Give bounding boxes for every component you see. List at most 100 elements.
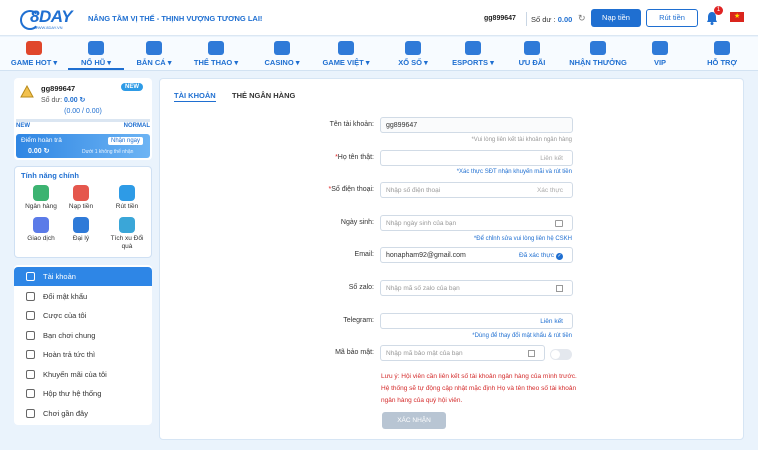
nav-item-8[interactable]: ƯU ĐÃI [510, 37, 554, 71]
deposit-button[interactable]: Nạp tiền [591, 9, 641, 27]
nav-label: VIP [653, 58, 667, 67]
username-hint: *Vui lòng liên kết tài khoản ngân hàng [471, 137, 572, 143]
nav-label: NHẬN THƯỞNG [569, 58, 627, 67]
slot-machine-icon [88, 41, 104, 55]
features-title: Tính năng chính [21, 171, 79, 180]
nav-item-5[interactable]: GAME VIỆT ▾ [318, 37, 374, 71]
security-code-toggle[interactable] [550, 349, 572, 360]
slogan: NÂNG TẦM VỊ THẾ - THỊNH VƯỢNG TƯƠNG LAI! [88, 14, 263, 23]
telegram-label: Telegram: [343, 317, 374, 324]
nav-label: ƯU ĐÃI [518, 58, 546, 67]
menu-item-label: Cược của tôi [43, 311, 87, 320]
confirm-button[interactable]: XÁC NHẬN [382, 412, 446, 429]
nav-item-11[interactable]: HỖ TRỢ [696, 37, 748, 71]
phone-label: *Số điện thoại: [328, 186, 374, 193]
feature-deposit[interactable]: Nạp tiền [61, 185, 101, 211]
feature-label: Nạp tiền [68, 203, 94, 210]
menu-item-friends[interactable]: Bạn chơi chung [14, 326, 152, 345]
nav-label: ESPORTS ▾ [452, 58, 494, 67]
lock-icon [26, 291, 35, 301]
feature-label: Đại lý [72, 235, 90, 242]
fullname-label-text: Họ tên thật: [337, 154, 374, 161]
nav-item-7[interactable]: ESPORTS ▾ [448, 37, 498, 71]
account-username: gg899647 [41, 84, 76, 93]
bet-slip-icon [26, 311, 35, 320]
link-telegram-button[interactable]: Liên kết [540, 318, 563, 325]
transaction-icon [33, 217, 49, 233]
link-fullname-button[interactable]: Liên kết [540, 155, 563, 162]
menu-item-clock[interactable]: Chơi gần đây [14, 404, 152, 423]
withdraw-button[interactable]: Rút tiền [646, 9, 698, 27]
birthdate-field[interactable]: Nhập ngày sinh của bạn [380, 215, 573, 231]
email-field[interactable]: honapham92@gmail.com Đã xác thực ✓ [380, 247, 573, 263]
nav-item-10[interactable]: VIP [636, 37, 684, 71]
header-balance-label: Số dư : [531, 15, 556, 24]
rebate-box: Điểm hoàn trả 0.00 ↻ Nhận ngay Dưới 1 kh… [16, 134, 150, 158]
security-code-placeholder: Nhập mã bảo mật của bạn [386, 350, 463, 357]
zalo-placeholder: Nhập mã số zalo của bạn [386, 285, 460, 292]
nav-item-2[interactable]: BẮN CÁ ▾ [128, 37, 180, 71]
user-icon [26, 272, 35, 281]
support-icon [714, 41, 730, 55]
feature-agent[interactable]: Đại lý [61, 217, 101, 243]
feature-transaction[interactable]: Giao dịch [21, 217, 61, 243]
security-code-field[interactable]: Nhập mã bảo mật của bạn [380, 345, 545, 361]
birthdate-label: Ngày sinh: [340, 219, 374, 226]
feature-bank[interactable]: Ngân hàng [21, 185, 61, 211]
lottery-icon [405, 41, 421, 55]
calendar-icon[interactable] [555, 220, 563, 227]
claim-rebate-button[interactable]: Nhận ngay [108, 137, 144, 145]
edit-icon[interactable] [528, 350, 535, 357]
brand-logo[interactable]: 8DAY WWW.8DAY.VN [12, 4, 76, 32]
top-bar: 8DAY WWW.8DAY.VN NÂNG TẦM VỊ THẾ - THỊNH… [0, 0, 758, 36]
edit-icon[interactable] [556, 285, 563, 292]
feature-label: Tích xu Đổi quà [110, 235, 144, 250]
nav-item-9[interactable]: NHẬN THƯỞNG [566, 37, 630, 71]
account-balance-value: 0.00 ↻ [63, 97, 86, 104]
verify-phone-button[interactable]: Xác thực [537, 187, 563, 194]
phone-field[interactable]: Nhập số điện thoại Xác thực [380, 182, 573, 198]
menu-item-user[interactable]: Tài khoản [14, 267, 152, 286]
telegram-field[interactable]: Liên kết [380, 313, 573, 329]
nav-label: GAME VIỆT ▾ [322, 58, 370, 67]
account-panel: TÀI KHOẢN THẺ NGÂN HÀNG Tên tài khoản: g… [159, 78, 744, 440]
nav-item-6[interactable]: XỔ SỐ ▾ [390, 37, 436, 71]
menu-item-mailbox[interactable]: Hộp thư hệ thống [14, 384, 152, 403]
nav-label: NỔ HŨ ▾ [68, 58, 124, 70]
feature-label: Rút tiền [115, 203, 139, 210]
tab-bank-card[interactable]: THẺ NGÂN HÀNG [232, 91, 295, 100]
menu-item-lock[interactable]: Đổi mật khẩu [14, 287, 152, 306]
nav-label: HỖ TRỢ [707, 58, 737, 67]
feature-withdraw[interactable]: Rút tiền [107, 185, 147, 211]
menu-item-promotion[interactable]: Khuyến mãi của tôi [14, 365, 152, 384]
zalo-field[interactable]: Nhập mã số zalo của bạn [380, 280, 573, 296]
withdraw-icon [119, 185, 135, 201]
menu-item-label: Tài khoản [43, 272, 76, 281]
rebate-title: Điểm hoàn trả [21, 137, 62, 144]
feature-coin-gift[interactable]: Tích xu Đổi quà [107, 217, 147, 251]
features-card: Tính năng chính Ngân hàng Nạp tiền Rút tiề… [14, 166, 152, 258]
security-code-label: Mã bảo mật: [335, 349, 374, 356]
username-field: gg899647 [380, 117, 573, 133]
nav-label: GAME HOT ▾ [10, 58, 58, 67]
bank-icon [33, 185, 49, 201]
fullname-field[interactable]: Liên kết [380, 150, 573, 166]
nav-item-0[interactable]: GAME HOT ▾ [8, 37, 60, 71]
vietnam-flag-icon[interactable]: ★ [730, 12, 744, 22]
nav-item-1[interactable]: NỔ HŨ ▾ [68, 37, 124, 71]
menu-item-bet-slip[interactable]: Cược của tôi [14, 306, 152, 325]
email-verified-status: Đã xác thực ✓ [519, 252, 563, 260]
nav-item-3[interactable]: THỂ THAO ▾ [188, 37, 244, 71]
mailbox-icon [26, 389, 35, 398]
tab-account[interactable]: TÀI KHOẢN [174, 91, 216, 102]
email-label: Email: [354, 251, 374, 258]
clock-icon [26, 408, 35, 418]
nav-item-4[interactable]: CASINO ▾ [254, 37, 310, 71]
refresh-icon[interactable]: ↻ [578, 13, 586, 24]
phone-label-text: Số điện thoại: [331, 186, 374, 193]
menu-item-refund[interactable]: Hoàn trả tức thì [14, 345, 152, 364]
menu-item-label: Hoàn trả tức thì [43, 350, 96, 359]
cards-icon [338, 41, 354, 55]
new-badge: NEW [121, 83, 143, 91]
nav-label: XỔ SỐ ▾ [398, 58, 428, 67]
